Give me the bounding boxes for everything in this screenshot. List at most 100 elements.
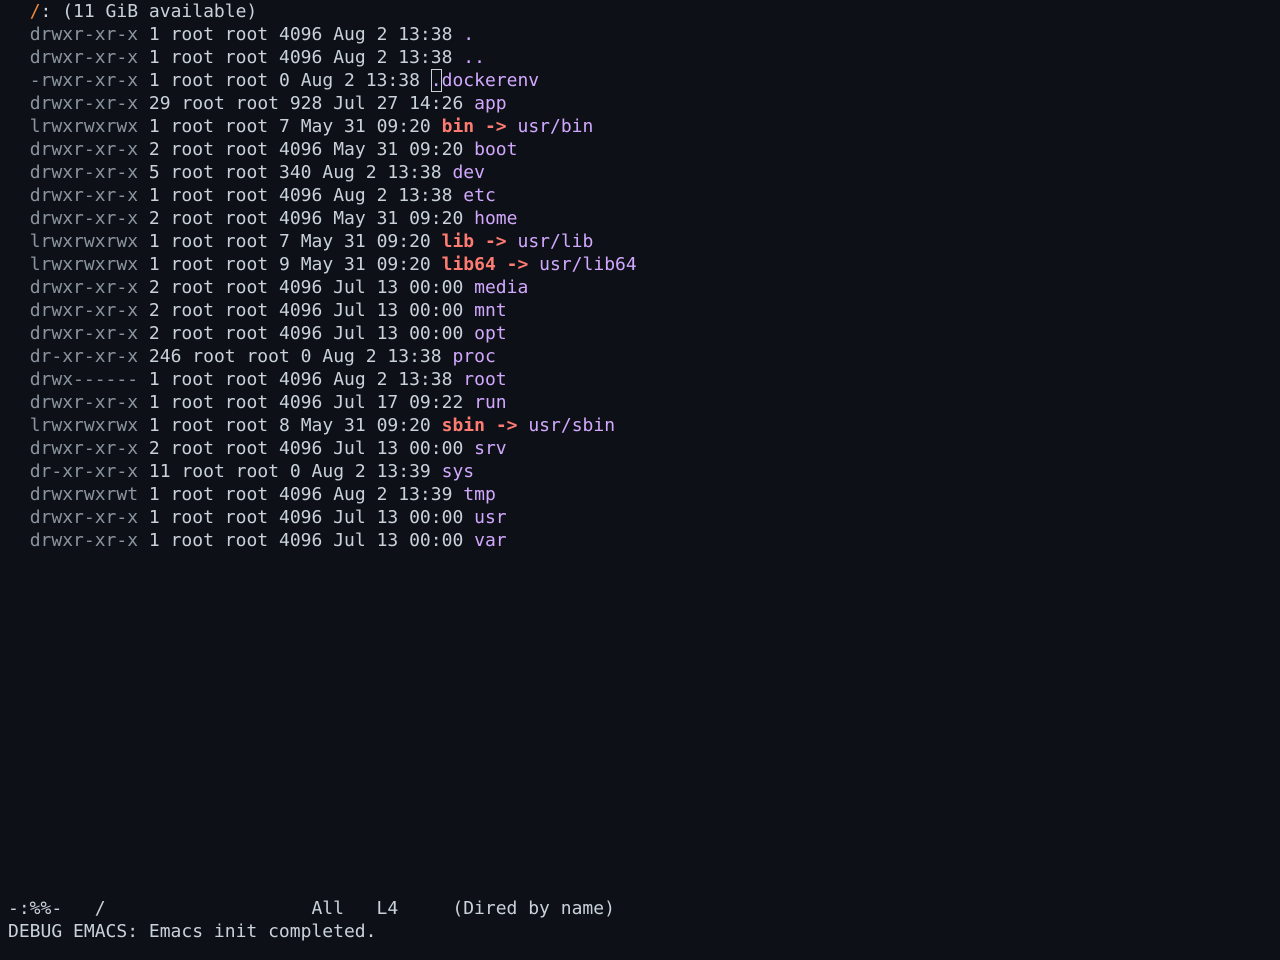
symlink-arrow: -> [506,254,529,275]
file-link-count: 1 [148,70,160,91]
file-time: 13:38 [387,346,442,367]
file-row[interactable]: drwx------ 1 root root 4096 Aug 2 13:38 … [8,368,1272,391]
file-time: 00:00 [409,300,464,321]
file-time: 09:20 [376,231,431,252]
file-size: 0 [289,461,301,482]
file-size: 4096 [279,507,323,528]
file-time: 14:26 [409,93,464,114]
file-group: root [224,116,269,137]
file-permissions: dr-xr-xr-x [29,461,139,482]
file-link-count: 1 [148,47,160,68]
file-row[interactable]: lrwxrwxrwx 1 root root 9 May 31 09:20 li… [8,253,1272,276]
file-permissions: drwxr-xr-x [29,139,139,160]
file-permissions: drwx------ [29,369,139,390]
file-owner: root [170,254,214,275]
file-row[interactable]: drwxr-xr-x 2 root root 4096 May 31 09:20… [8,138,1272,161]
file-month: May [300,231,334,252]
file-time: 13:39 [398,484,453,505]
file-row[interactable]: lrwxrwxrwx 1 root root 7 May 31 09:20 li… [8,230,1272,253]
file-link-count: 2 [148,139,160,160]
file-month: Aug [322,346,355,367]
file-size: 4096 [279,24,323,45]
file-size: 4096 [279,369,323,390]
file-row[interactable]: drwxr-xr-x 2 root root 4096 Jul 13 00:00… [8,276,1272,299]
mode-line: -:%%- / All L4 (Dired by name) [0,897,1280,920]
file-group: root [224,323,269,344]
file-month: Aug [333,484,366,505]
file-group: root [224,277,269,298]
file-row[interactable]: drwxr-xr-x 1 root root 4096 Aug 2 13:38 … [8,23,1272,46]
file-name: app [474,93,507,114]
file-size: 928 [289,93,323,114]
file-size: 4096 [279,47,323,68]
file-owner: root [170,415,214,436]
file-group: root [224,24,269,45]
file-day: 31 [376,208,399,229]
file-name: usr [474,507,507,528]
file-time: 00:00 [409,323,464,344]
file-month: May [300,415,334,436]
file-row[interactable]: drwxr-xr-x 5 root root 340 Aug 2 13:38 d… [8,161,1272,184]
file-time: 13:39 [376,461,431,482]
file-time: 00:00 [409,530,464,551]
symlink-arrow: -> [484,116,507,137]
file-owner: root [170,277,214,298]
file-owner: root [170,47,214,68]
dired-buffer[interactable]: /: (11 GiB available) drwxr-xr-x 1 root … [8,0,1272,896]
file-permissions: drwxr-xr-x [29,392,139,413]
file-permissions: lrwxrwxrwx [29,254,139,275]
file-owner: root [170,300,214,321]
file-name: mnt [474,300,507,321]
file-name: proc [452,346,496,367]
file-day: 2 [344,70,355,91]
file-row[interactable]: drwxr-xr-x 1 root root 4096 Aug 2 13:38 … [8,46,1272,69]
file-permissions: -rwxr-xr-x [29,70,139,91]
file-row[interactable]: dr-xr-xr-x 11 root root 0 Aug 2 13:39 sy… [8,460,1272,483]
file-size: 4096 [279,300,323,321]
file-month: May [300,254,334,275]
file-day: 13 [376,300,399,321]
file-row[interactable]: drwxr-xr-x 1 root root 4096 Jul 17 09:22… [8,391,1272,414]
file-month: May [333,139,366,160]
file-link-count: 2 [148,438,160,459]
file-row[interactable]: lrwxrwxrwx 1 root root 8 May 31 09:20 sb… [8,414,1272,437]
symlink-arrow: -> [484,231,507,252]
file-size: 7 [279,231,290,252]
file-day: 31 [344,415,366,436]
file-link-count: 29 [148,93,171,114]
file-day: 2 [354,461,366,482]
file-size: 4096 [279,208,323,229]
file-row[interactable]: drwxr-xr-x 1 root root 4096 Jul 13 00:00… [8,506,1272,529]
file-time: 00:00 [409,277,464,298]
file-permissions: drwxr-xr-x [29,530,139,551]
file-row[interactable]: drwxr-xr-x 2 root root 4096 Jul 13 00:00… [8,299,1272,322]
file-row[interactable]: drwxr-xr-x 2 root root 4096 Jul 13 00:00… [8,322,1272,345]
file-row[interactable]: drwxr-xr-x 2 root root 4096 May 31 09:20… [8,207,1272,230]
file-name: root [463,369,507,390]
file-row[interactable]: drwxr-xr-x 2 root root 4096 Jul 13 00:00… [8,437,1272,460]
file-row[interactable]: dr-xr-xr-x 246 root root 0 Aug 2 13:38 p… [8,345,1272,368]
file-permissions: drwxr-xr-x [29,162,139,183]
file-owner: root [170,185,214,206]
file-day: 31 [344,254,366,275]
file-row[interactable]: drwxr-xr-x 1 root root 4096 Jul 13 00:00… [8,529,1272,552]
file-permissions: drwxrwxrwt [29,484,139,505]
file-name: lib [441,231,475,252]
file-name: bin [441,116,475,137]
file-owner: root [170,484,214,505]
file-month: Jul [333,300,366,321]
file-row[interactable]: drwxr-xr-x 1 root root 4096 Aug 2 13:38 … [8,184,1272,207]
file-link-count: 246 [148,346,182,367]
file-size: 4096 [279,323,323,344]
file-day: 31 [376,139,399,160]
file-size: 9 [279,254,290,275]
file-row[interactable]: drwxr-xr-x 29 root root 928 Jul 27 14:26… [8,92,1272,115]
file-row[interactable]: lrwxrwxrwx 1 root root 7 May 31 09:20 bi… [8,115,1272,138]
file-permissions: lrwxrwxrwx [29,116,139,137]
file-group: root [224,369,269,390]
file-month: Aug [333,47,366,68]
file-row[interactable]: -rwxr-xr-x 1 root root 0 Aug 2 13:38 .do… [8,69,1272,92]
file-group: root [224,70,269,91]
file-link-count: 1 [148,530,160,551]
file-row[interactable]: drwxrwxrwt 1 root root 4096 Aug 2 13:39 … [8,483,1272,506]
